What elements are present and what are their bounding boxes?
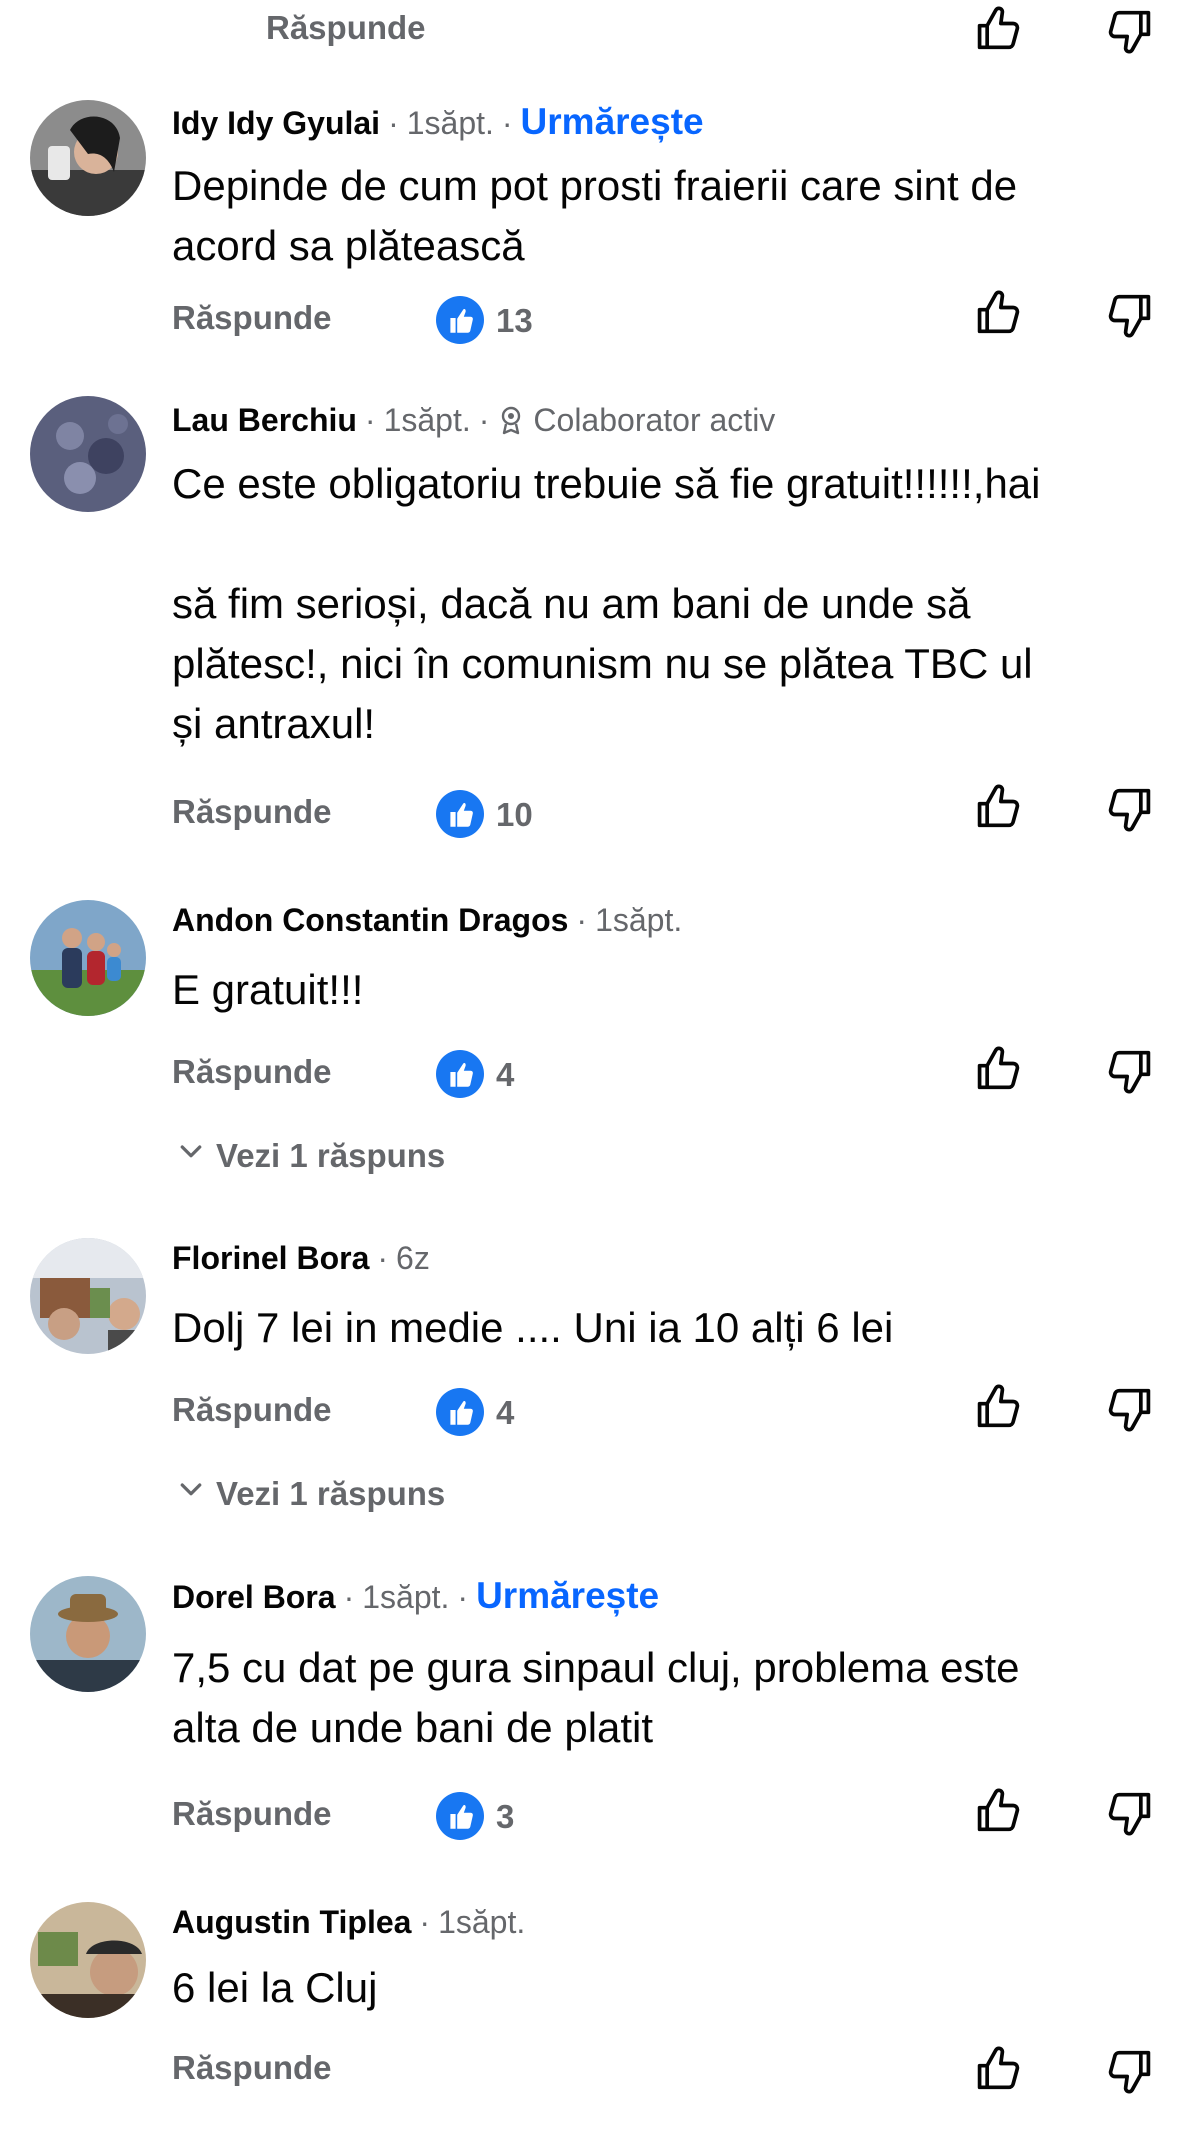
thumbs-up-icon[interactable] (972, 1382, 1024, 1434)
reply-link[interactable]: Răspunde (172, 1390, 332, 1430)
chevron-down-icon (176, 1136, 206, 1176)
author-name[interactable]: Dorel Bora (172, 1579, 336, 1615)
like-thumb-icon (436, 1792, 484, 1840)
comment-text: E gratuit!!! (172, 966, 364, 1013)
avatar[interactable] (30, 1576, 146, 1692)
see-replies-link[interactable]: Vezi 1 răspuns (176, 1474, 445, 1514)
thumbs-up-icon[interactable] (972, 782, 1024, 834)
author-name[interactable]: Lau Berchiu (172, 402, 357, 438)
comment-text: Dolj 7 lei in medie .... Uni ia 10 alți … (172, 1304, 894, 1351)
like-count[interactable]: 10 (496, 795, 533, 835)
reply-link[interactable]: Răspunde (266, 8, 426, 48)
timestamp[interactable]: 1săpt. (595, 902, 682, 938)
thumbs-down-icon[interactable] (1104, 1786, 1156, 1838)
avatar[interactable] (30, 1238, 146, 1354)
avatar[interactable] (30, 1902, 146, 2018)
thumbs-down-icon[interactable] (1104, 1382, 1156, 1434)
thumbs-up-icon[interactable] (972, 288, 1024, 340)
reply-link[interactable]: Răspunde (172, 1794, 332, 1834)
see-replies-label: Vezi 1 răspuns (216, 1137, 446, 1174)
author-name[interactable]: Florinel Bora (172, 1240, 369, 1276)
see-replies-link[interactable]: Vezi 1 răspuns (176, 1136, 445, 1176)
comment-text: Depinde de cum pot prosti fraierii care … (172, 162, 1018, 269)
like-thumb-icon (436, 790, 484, 838)
thumbs-up-icon[interactable] (972, 2044, 1024, 2096)
timestamp[interactable]: 6z (396, 1240, 430, 1276)
comment-header: Dorel Bora · 1săpt. · Urmărește (172, 1575, 660, 1616)
timestamp[interactable]: 1săpt. (362, 1579, 449, 1615)
comment-header: Augustin Tiplea · 1săpt. (172, 1904, 526, 1940)
timestamp[interactable]: 1săpt. (438, 1904, 525, 1940)
like-thumb-icon (436, 1388, 484, 1436)
contributor-badge-icon (497, 404, 525, 444)
reply-link[interactable]: Răspunde (172, 792, 332, 832)
comment-header: Lau Berchiu · 1săpt. · Colaborator activ (172, 400, 775, 444)
author-name[interactable]: Andon Constantin Dragos (172, 902, 568, 938)
author-name[interactable]: Idy Idy Gyulai (172, 105, 380, 141)
like-count[interactable]: 4 (496, 1393, 514, 1433)
like-count[interactable]: 3 (496, 1797, 514, 1837)
thumbs-down-icon[interactable] (1104, 4, 1156, 56)
thumbs-down-icon[interactable] (1104, 782, 1156, 834)
avatar[interactable] (30, 396, 146, 512)
chevron-down-icon (176, 1474, 206, 1514)
comment-text: 7,5 cu dat pe gura sinpaul cluj, problem… (172, 1644, 1020, 1751)
thumbs-up-icon[interactable] (972, 4, 1024, 56)
thumbs-up-icon[interactable] (972, 1786, 1024, 1838)
reply-link[interactable]: Răspunde (172, 1052, 332, 1092)
contributor-badge-label: Colaborator activ (533, 402, 776, 438)
timestamp[interactable]: 1săpt. (407, 105, 494, 141)
avatar[interactable] (30, 100, 146, 216)
comment-header: Florinel Bora · 6z (172, 1240, 430, 1276)
like-thumb-icon (436, 296, 484, 344)
like-count[interactable]: 13 (496, 301, 533, 341)
avatar[interactable] (30, 900, 146, 1016)
comment-header: Idy Idy Gyulai · 1săpt. · Urmărește (172, 101, 704, 142)
comment-text: Ce este obligatoriu trebuie să fie gratu… (172, 460, 1041, 747)
comment-header: Andon Constantin Dragos · 1săpt. (172, 902, 683, 938)
author-name[interactable]: Augustin Tiplea (172, 1904, 411, 1940)
follow-link[interactable]: Urmărește (521, 101, 704, 142)
thumbs-down-icon[interactable] (1104, 2044, 1156, 2096)
like-count[interactable]: 4 (496, 1055, 514, 1095)
reply-link[interactable]: Răspunde (172, 298, 332, 338)
thumbs-down-icon[interactable] (1104, 288, 1156, 340)
see-replies-label: Vezi 1 răspuns (216, 1475, 446, 1512)
comment-text: 6 lei la Cluj (172, 1964, 378, 2011)
reply-link[interactable]: Răspunde (172, 2048, 332, 2088)
timestamp[interactable]: 1săpt. (384, 402, 471, 438)
thumbs-down-icon[interactable] (1104, 1044, 1156, 1096)
thumbs-up-icon[interactable] (972, 1044, 1024, 1096)
like-thumb-icon (436, 1050, 484, 1098)
follow-link[interactable]: Urmărește (476, 1575, 659, 1616)
